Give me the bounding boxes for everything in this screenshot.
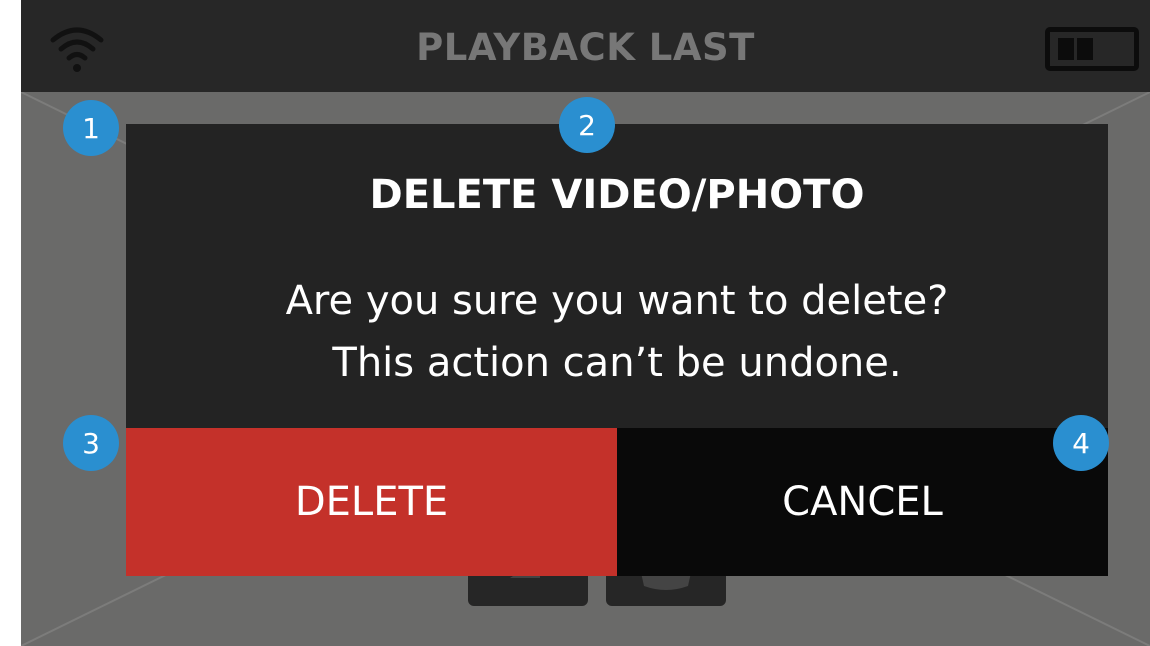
battery-cell [1077, 38, 1093, 60]
annotation-marker-3: 3 [63, 415, 119, 471]
battery-icon [1045, 27, 1139, 71]
page-title: PLAYBACK LAST [416, 26, 755, 69]
battery-cell [1058, 38, 1074, 60]
dialog-title: DELETE VIDEO/PHOTO [369, 172, 865, 218]
annotation-marker-4: 4 [1053, 415, 1109, 471]
annotation-marker-2: 2 [559, 97, 615, 153]
annotation-marker-1: 1 [63, 100, 119, 156]
dialog-message-line-1: Are you sure you want to delete? [285, 278, 949, 324]
delete-button[interactable]: DELETE [126, 428, 617, 576]
dialog-message-line-2: This action can’t be undone. [332, 340, 902, 386]
dialog-message: Are you sure you want to delete? This ac… [126, 270, 1108, 394]
cancel-button[interactable]: CANCEL [617, 428, 1108, 576]
top-bar: PLAYBACK LAST [21, 0, 1150, 92]
delete-dialog: DELETE VIDEO/PHOTO Are you sure you want… [126, 124, 1108, 576]
